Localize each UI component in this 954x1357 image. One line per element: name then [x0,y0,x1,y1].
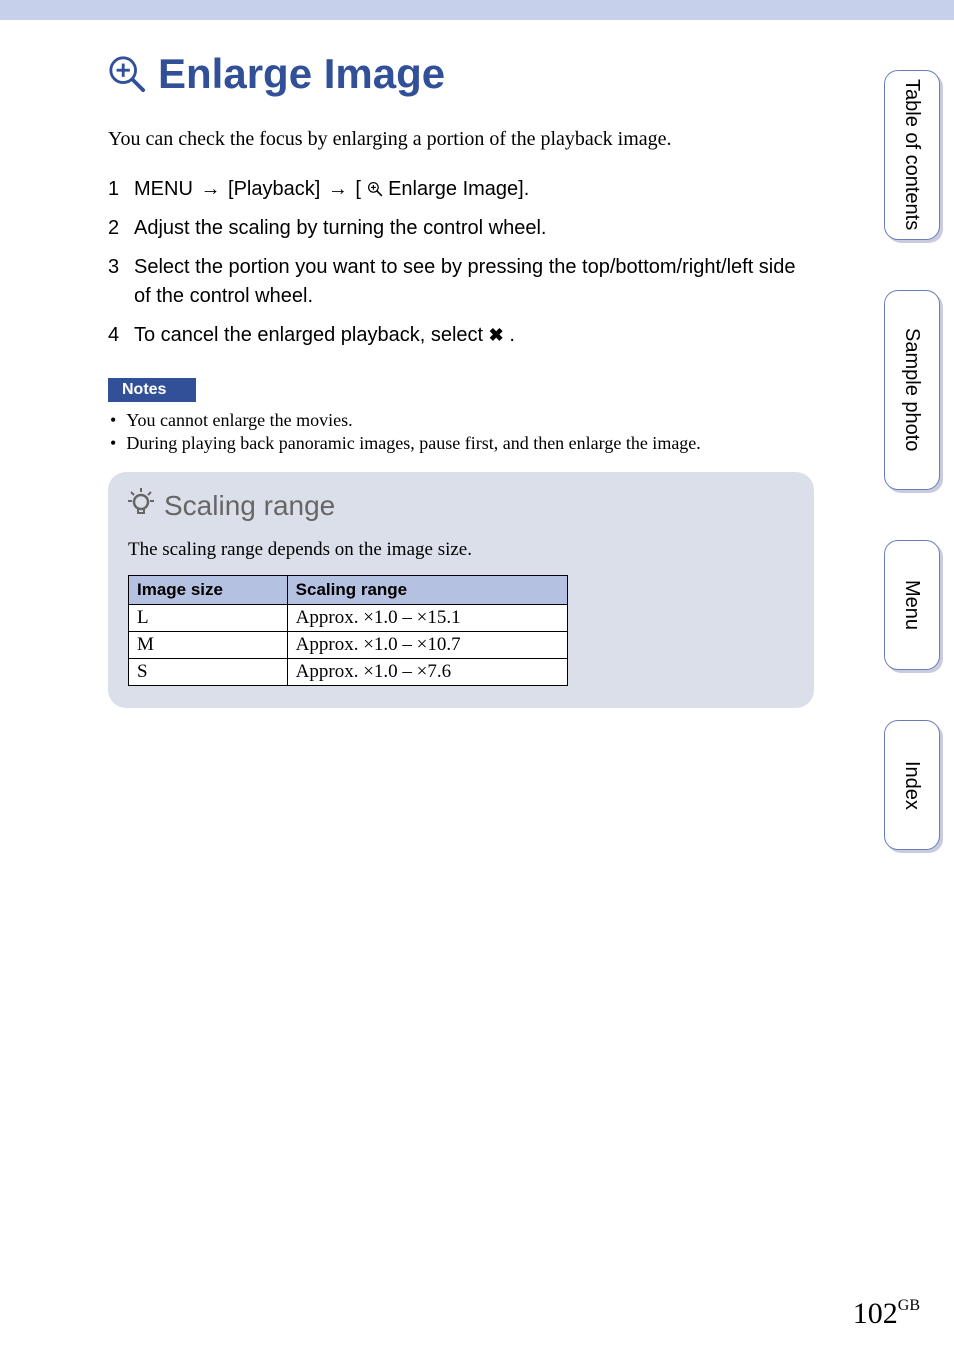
step-number: 3 [108,253,134,311]
table-header: Image size [129,576,288,605]
tab-label: Table of contents [901,79,923,230]
step-text: . [509,324,515,346]
tab-label: Sample photo [901,328,923,451]
note-item: You cannot enlarge the movies. [108,410,814,431]
tip-panel: Scaling range The scaling range depends … [108,472,814,708]
tip-title: Scaling range [164,490,335,522]
table-row: M Approx. ×1.0 – ×10.7 [129,632,568,659]
table-header-row: Image size Scaling range [129,576,568,605]
table-cell: S [129,659,288,686]
notes-heading: Notes [108,378,196,402]
step-number: 2 [108,214,134,243]
magnify-plus-icon [108,55,146,93]
tab-sample-photo[interactable]: Sample photo [884,290,940,490]
tip-bulb-icon [128,488,154,523]
steps-list: 1 MENU → [Playback] → [ Enlarge Image]. … [108,175,814,350]
step-2: 2 Adjust the scaling by turning the cont… [108,214,814,243]
table-row: S Approx. ×1.0 – ×7.6 [129,659,568,686]
tab-table-of-contents[interactable]: Table of contents [884,70,940,240]
main-content: Enlarge Image You can check the focus by… [0,20,954,708]
tip-description: The scaling range depends on the image s… [128,539,794,561]
step-text: Enlarge Image]. [388,178,529,200]
tab-index[interactable]: Index [884,720,940,850]
step-text: Adjust the scaling by turning the contro… [134,214,814,243]
table-header: Scaling range [287,576,567,605]
table-cell: Approx. ×1.0 – ×15.1 [287,605,567,632]
step-4: 4 To cancel the enlarged playback, selec… [108,321,814,350]
top-bar [0,0,954,20]
step-text: MENU [134,178,198,200]
intro-text: You can check the focus by enlarging a p… [108,128,814,151]
step-text: [ [355,178,361,200]
notes-list: You cannot enlarge the movies. During pl… [108,410,814,454]
side-tabs: Table of contents Sample photo Menu Inde… [884,70,940,900]
table-cell: Approx. ×1.0 – ×10.7 [287,632,567,659]
note-item: During playing back panoramic images, pa… [108,433,814,454]
page-number-suffix: GB [898,1297,920,1314]
step-text: Select the portion you want to see by pr… [134,253,814,311]
tab-menu[interactable]: Menu [884,540,940,670]
arrow-right-icon: → [198,175,222,204]
table-cell: L [129,605,288,632]
table-row: L Approx. ×1.0 – ×15.1 [129,605,568,632]
table-cell: M [129,632,288,659]
table-cell: Approx. ×1.0 – ×7.6 [287,659,567,686]
tip-title-row: Scaling range [128,488,794,523]
page-number-value: 102 [853,1297,898,1330]
step-3: 3 Select the portion you want to see by … [108,253,814,311]
tab-label: Menu [901,580,923,630]
page: Enlarge Image You can check the focus by… [0,20,954,1357]
scaling-table: Image size Scaling range L Approx. ×1.0 … [128,575,568,686]
step-text: [Playback] [228,178,326,200]
step-number: 1 [108,175,134,204]
step-1: 1 MENU → [Playback] → [ Enlarge Image]. [108,175,814,204]
arrow-right-icon: → [326,175,350,204]
magnify-plus-icon [367,178,383,200]
step-number: 4 [108,321,134,350]
page-title: Enlarge Image [158,50,445,98]
page-number: 102GB [853,1297,920,1331]
page-title-row: Enlarge Image [108,50,814,98]
tab-label: Index [901,761,923,810]
close-icon: ✖ [489,325,504,345]
step-text: To cancel the enlarged playback, select [134,324,489,346]
